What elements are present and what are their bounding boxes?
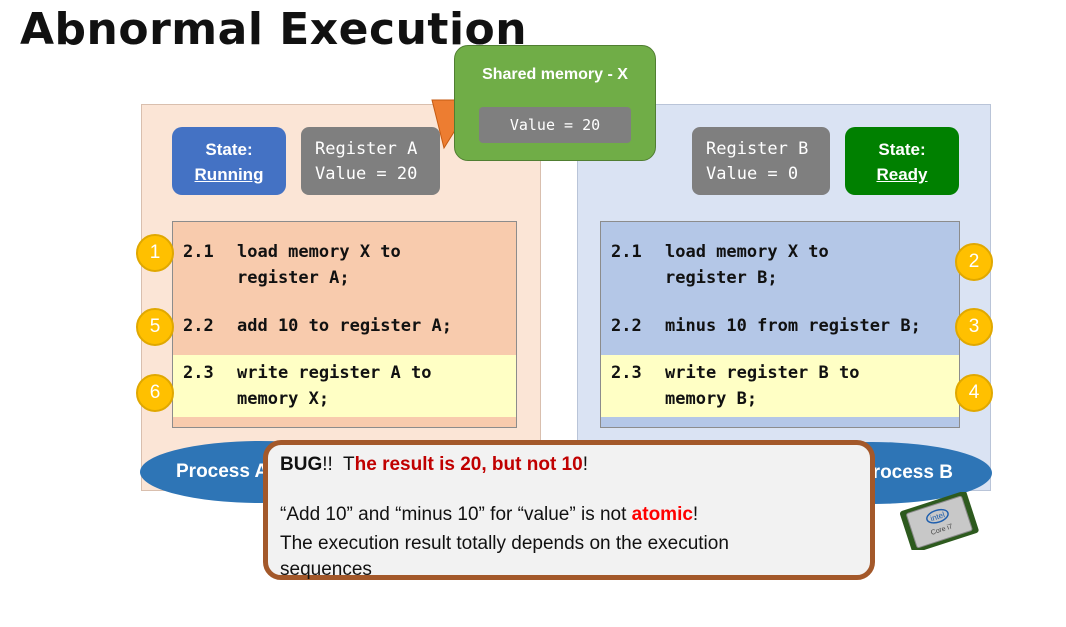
process-a-state: State: Running [172, 127, 286, 195]
state-value: Ready [876, 165, 928, 184]
step-badge: 3 [955, 308, 993, 346]
page-title: Abnormal Execution [20, 4, 528, 55]
code-text: write register A to [237, 363, 432, 383]
code-text: add 10 to register A; [237, 316, 452, 336]
register-value: Value = 0 [706, 164, 799, 184]
code-num: 2.1 [183, 242, 214, 262]
code-num: 2.3 [183, 363, 214, 383]
process-b-code: 2.1 load memory X to register B; 2.2 min… [600, 221, 960, 428]
register-name: Register B [706, 139, 809, 159]
bug-exclaim-2: ! [582, 454, 588, 475]
step-badge: 2 [955, 243, 993, 281]
process-a-code: 2.1 load memory X to register A; 2.2 add… [172, 221, 517, 428]
process-label: Process A [176, 461, 269, 482]
bug-line2-end: ! [692, 504, 699, 525]
bug-label: BUG [280, 454, 323, 475]
process-b-state: State: Ready [845, 127, 959, 195]
code-text: minus 10 from register B; [665, 316, 921, 336]
state-value: Running [194, 165, 264, 184]
register-value: Value = 20 [315, 164, 418, 184]
shared-memory-title: Shared memory - X [482, 66, 628, 83]
state-label: State: [205, 140, 253, 159]
step-badge: 1 [136, 234, 174, 272]
code-text: register B; [665, 268, 778, 288]
bug-line2: “Add 10” and “minus 10” for “value” is n… [280, 504, 632, 525]
code-text: memory X; [237, 389, 330, 409]
bug-callout: BUG!! The result is 20, but not 10! “Add… [263, 440, 875, 580]
code-text: register A; [237, 268, 350, 288]
code-text: load memory X to [665, 242, 829, 262]
step-badge: 5 [136, 308, 174, 346]
bug-line3: The execution result totally depends on … [280, 533, 729, 580]
code-num: 2.2 [611, 316, 642, 336]
register-name: Register A [315, 139, 418, 159]
bug-atomic: atomic [631, 504, 693, 525]
bug-t: T [343, 454, 355, 475]
state-label: State: [878, 140, 926, 159]
code-text: write register B to [665, 363, 860, 383]
code-text: load memory X to [237, 242, 401, 262]
step-badge: 6 [136, 374, 174, 412]
code-text: memory B; [665, 389, 758, 409]
step-badge: 4 [955, 374, 993, 412]
register-a: Register A Value = 20 [301, 127, 440, 195]
register-b: Register B Value = 0 [692, 127, 830, 195]
code-num: 2.3 [611, 363, 642, 383]
bug-result: he result is 20, but not 10 [354, 454, 583, 475]
shared-memory-box: Shared memory - X Value = 20 [454, 45, 656, 161]
bug-exclaim: !! [322, 454, 333, 475]
code-num: 2.1 [611, 242, 642, 262]
cpu-chip-icon: intel Core i7 [900, 492, 979, 550]
shared-memory-value: Value = 20 [479, 107, 631, 143]
code-num: 2.2 [183, 316, 214, 336]
